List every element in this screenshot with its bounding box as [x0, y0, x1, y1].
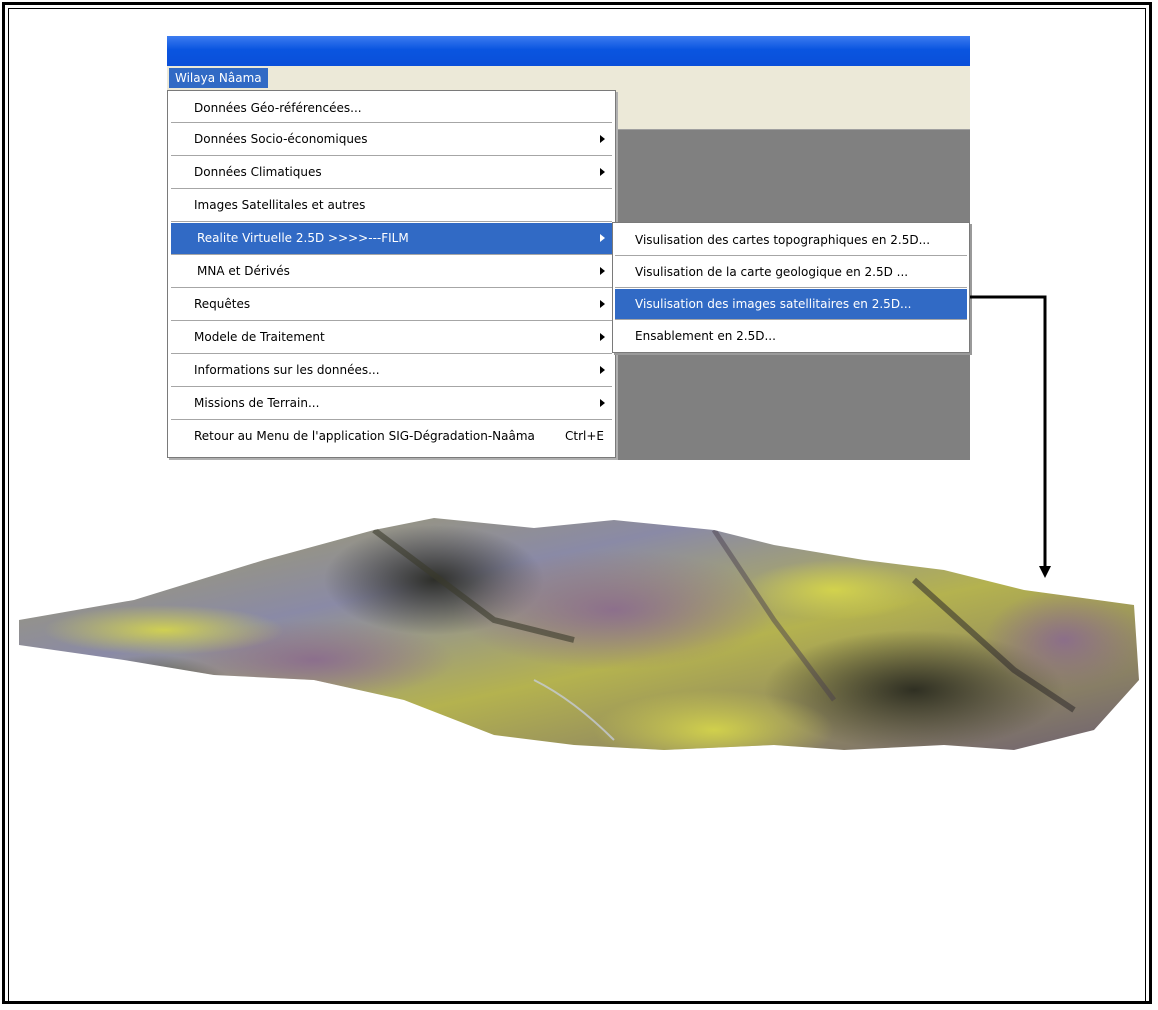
terrain-3d-view: [19, 518, 1139, 750]
